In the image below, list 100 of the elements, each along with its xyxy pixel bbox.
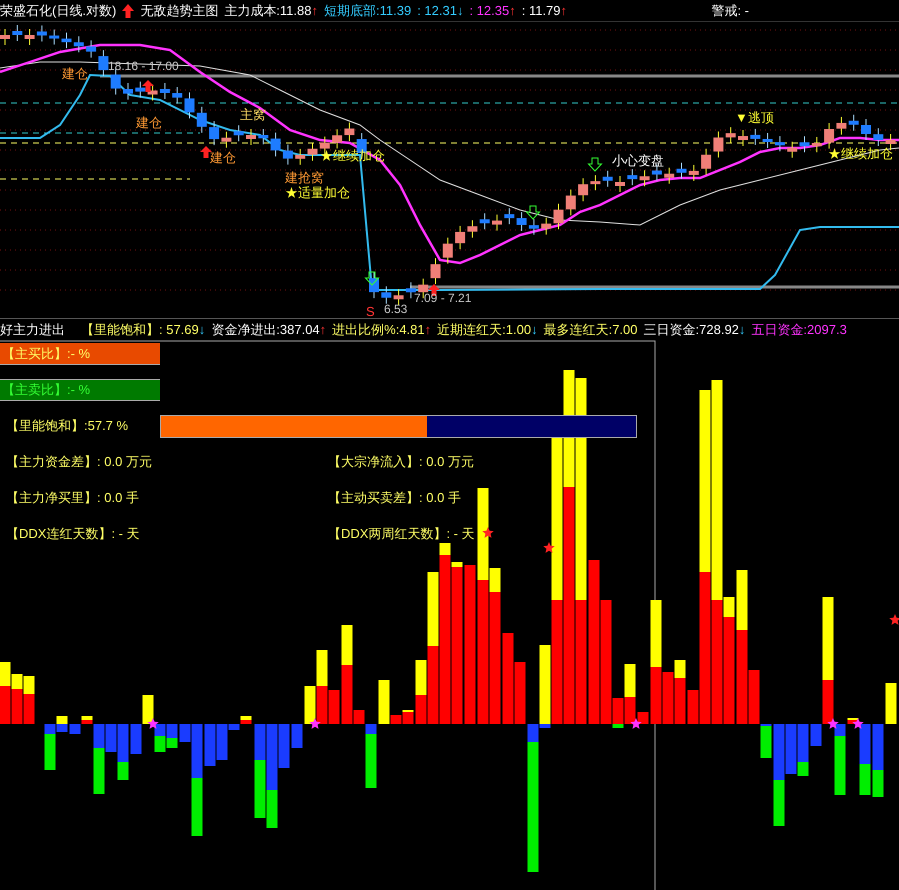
candlestick — [0, 28, 10, 46]
candlestick — [627, 168, 638, 186]
candlestick — [467, 220, 478, 238]
indicator-value: 7.00 — [612, 320, 638, 339]
down-arrow-icon — [525, 206, 541, 220]
trend-arrow: ↑ — [320, 320, 326, 339]
candlestick — [246, 128, 256, 146]
candlestick — [172, 86, 182, 104]
candlestick — [516, 212, 527, 232]
up-arrow-icon — [200, 146, 212, 158]
candlestick — [160, 82, 170, 100]
candlestick — [62, 32, 72, 49]
chart-annotation: ★适量加仓 — [285, 185, 350, 200]
chart-annotation: 7.09 - 7.21 — [414, 291, 472, 305]
star-icon — [309, 718, 321, 729]
indicator-label: 最多连红天: — [544, 320, 612, 339]
fund-flow-bar — [204, 724, 216, 766]
candlestick — [787, 141, 798, 158]
candlestick — [123, 82, 133, 100]
sell-ratio-bar: 【主卖比】:- % — [0, 379, 160, 401]
indicator-label: 主力成本: — [224, 2, 280, 20]
indicator-value: 1.00 — [506, 320, 532, 339]
down-arrow-icon — [587, 158, 603, 172]
up-arrow-icon — [142, 80, 154, 92]
stat-text: 【大宗净流入】: 0.0 万元 — [328, 453, 474, 471]
candlestick — [369, 272, 379, 299]
candlestick — [394, 288, 404, 306]
fund-flow-bar — [798, 724, 808, 776]
star-icon — [147, 718, 159, 729]
indicator-label: 资金净进出: — [211, 320, 280, 339]
trend-arrow: ↓ — [198, 320, 206, 339]
fund-flow-bar — [12, 674, 22, 724]
chart-annotation: 建仓 — [62, 66, 88, 81]
indicator-name: 好主力进出 — [0, 320, 65, 339]
candlestick — [750, 128, 760, 146]
fund-flow-bar — [674, 660, 686, 724]
indicator-label: 三日资金: — [644, 320, 700, 339]
fund-flow-bar — [292, 724, 302, 748]
fund-flow-bar — [886, 683, 896, 724]
candlestick — [590, 174, 600, 191]
stock-title: 荣盛石化(日线.对数) — [0, 2, 116, 20]
candlestick — [24, 28, 35, 46]
indicator-value: 4.81 — [399, 320, 425, 339]
candlestick — [49, 29, 60, 46]
candlestick — [430, 258, 440, 285]
candlestick — [726, 126, 736, 144]
candlestick — [270, 132, 281, 157]
candlestick — [36, 24, 47, 42]
trend-arrow: ↑ — [424, 320, 432, 339]
indicator-value: : 12.35 — [469, 2, 510, 20]
candlestick — [861, 118, 871, 140]
trend-arrow: ↓ — [456, 2, 464, 20]
candlestick — [504, 208, 514, 225]
candlestick — [234, 124, 244, 142]
candlestick — [812, 136, 822, 153]
candlestick — [344, 122, 354, 142]
chart-annotation: ▼逃顶 — [735, 110, 774, 125]
star-icon — [852, 718, 864, 729]
candlestick — [406, 282, 416, 299]
candlestick — [541, 217, 552, 236]
candlestick — [148, 84, 158, 102]
fund-flow-bar — [166, 724, 178, 748]
candlestick — [602, 170, 613, 188]
candlestick — [848, 114, 859, 132]
candlestick — [86, 40, 96, 58]
stat-text: 【主力净买里】: 0.0 手 — [6, 489, 139, 507]
candlestick — [762, 132, 773, 149]
chart-annotation: 建仓 — [136, 115, 162, 130]
indicator-value: : 12.31 — [417, 2, 457, 20]
trend-arrow: ↓ — [531, 320, 538, 339]
candlestick — [566, 189, 576, 216]
star-icon — [482, 527, 494, 538]
indicator-value: 11.88 — [280, 2, 312, 20]
candlestick — [713, 131, 724, 158]
candlestick — [701, 148, 712, 176]
candlestick — [480, 212, 490, 230]
stat-text: 【DDX连红天数】: - 天 — [6, 525, 140, 543]
fund-flow-bar — [70, 724, 80, 734]
candlestick — [381, 286, 392, 304]
indicator-label: 进出比例%: — [332, 320, 400, 339]
candlestick — [196, 106, 207, 134]
indicator-value: 387.04 — [280, 320, 320, 339]
indicator-value: 11.39 — [380, 2, 412, 20]
chart-annotation: 主窝 — [240, 107, 266, 122]
fund-flow-bar — [638, 712, 648, 724]
candlestick — [455, 225, 466, 250]
indicator-label: 五日资金: — [751, 320, 808, 339]
indicator-name: 无敌趋势主图 — [140, 2, 218, 20]
candlestick — [738, 130, 748, 147]
indicator-value: : 57.69 — [159, 320, 199, 339]
candlestick — [800, 136, 810, 153]
trend-arrow: ↓ — [738, 320, 746, 339]
chart-annotation: S — [366, 304, 375, 318]
candlestick — [836, 116, 846, 136]
candlestick — [74, 36, 84, 53]
candlestick — [774, 136, 785, 152]
star-icon — [543, 542, 555, 553]
candlestick — [209, 120, 220, 146]
trend-arrow: ↑ — [560, 2, 568, 20]
fund-flow-bar — [154, 724, 166, 752]
